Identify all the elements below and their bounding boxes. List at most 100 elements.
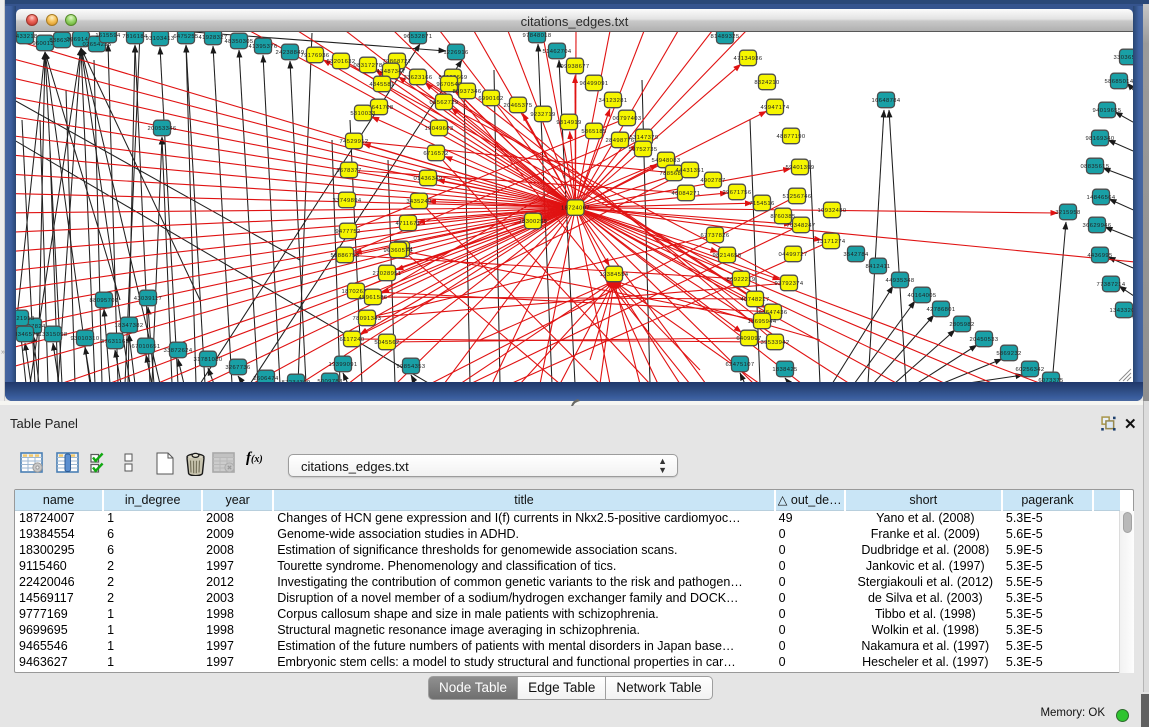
svg-text:70348247: 70348247	[787, 223, 816, 229]
svg-text:38346578: 38346578	[16, 332, 40, 338]
svg-text:40164005: 40164005	[908, 293, 937, 299]
svg-text:51462704: 51462704	[543, 49, 572, 55]
svg-text:54948083: 54948083	[652, 158, 681, 164]
svg-text:98214658: 98214658	[713, 253, 742, 259]
svg-text:20450533: 20450533	[970, 337, 999, 343]
svg-text:08835615: 08835615	[1081, 164, 1110, 170]
svg-text:43039117: 43039117	[134, 296, 163, 302]
svg-text:18724007: 18724007	[561, 206, 590, 212]
svg-text:3215958: 3215958	[1055, 210, 1080, 216]
svg-text:6409097: 6409097	[736, 336, 761, 342]
svg-text:78091343: 78091343	[353, 316, 382, 322]
svg-text:8324210: 8324210	[754, 80, 779, 86]
svg-text:96499091: 96499091	[580, 81, 609, 87]
svg-text:4436995: 4436995	[1087, 253, 1112, 259]
svg-text:31781080: 31781080	[194, 357, 223, 363]
svg-text:98169340: 98169340	[1086, 136, 1115, 142]
svg-text:93103413: 93103413	[146, 36, 175, 42]
svg-text:88095701: 88095701	[90, 298, 119, 304]
svg-text:08121913: 08121913	[16, 316, 35, 322]
svg-text:93010310: 93010310	[71, 336, 100, 342]
svg-text:7816184: 7816184	[122, 34, 148, 40]
svg-text:13315098: 13315098	[39, 332, 68, 338]
svg-text:94019655: 94019655	[1093, 108, 1122, 114]
svg-text:41395376: 41395376	[249, 44, 278, 50]
svg-text:3435240: 3435240	[406, 199, 431, 205]
svg-text:97848018: 97848018	[523, 33, 552, 39]
svg-text:86922219: 86922219	[727, 277, 756, 283]
svg-text:23623166: 23623166	[404, 75, 433, 81]
svg-text:5865185: 5865185	[581, 129, 606, 135]
svg-text:5045562: 5045562	[374, 340, 399, 346]
svg-text:9477752: 9477752	[335, 229, 360, 235]
svg-text:16648784: 16648784	[872, 98, 901, 104]
svg-text:8760385: 8760385	[770, 214, 795, 220]
svg-text:42786801: 42786801	[927, 307, 956, 313]
svg-text:10932480: 10932480	[818, 208, 847, 214]
svg-text:13171274: 13171274	[817, 239, 846, 245]
svg-text:48877190: 48877190	[777, 134, 806, 140]
svg-text:63201632: 63201632	[327, 59, 356, 65]
svg-text:0433218: 0433218	[16, 34, 38, 40]
svg-text:6475255: 6475255	[173, 34, 198, 40]
svg-text:88937346: 88937346	[453, 89, 482, 95]
svg-text:1615594: 1615594	[95, 33, 121, 39]
svg-text:49947174: 49947174	[761, 105, 790, 111]
svg-text:36629946: 36629946	[1083, 223, 1112, 229]
svg-text:47134936: 47134936	[734, 56, 763, 62]
svg-text:4902787: 4902787	[700, 178, 725, 184]
svg-text:3542784: 3542784	[843, 252, 869, 258]
svg-text:5869232: 5869232	[996, 351, 1021, 357]
svg-text:62475107: 62475107	[726, 362, 755, 368]
svg-text:19384554: 19384554	[600, 272, 629, 278]
svg-text:51256746: 51256746	[783, 194, 812, 200]
svg-text:2805982: 2805982	[949, 322, 974, 328]
svg-text:53147379: 53147379	[630, 135, 659, 141]
svg-text:20465375: 20465375	[504, 103, 533, 109]
svg-text:18300295: 18300295	[519, 219, 548, 225]
svg-text:74529912: 74529912	[340, 139, 369, 145]
svg-text:29671756: 29671756	[723, 190, 752, 196]
svg-text:40748217: 40748217	[741, 297, 770, 303]
svg-text:96360576: 96360576	[384, 248, 413, 254]
svg-text:79176936: 79176936	[301, 53, 330, 59]
svg-text:4711671: 4711671	[396, 221, 421, 227]
svg-text:06797403: 06797403	[613, 116, 642, 122]
svg-text:5310033: 5310033	[350, 111, 375, 117]
svg-text:9232719: 9232719	[530, 112, 555, 118]
svg-text:39533942: 39533942	[761, 340, 790, 346]
svg-text:33749894: 33749894	[333, 198, 362, 204]
svg-text:99938677: 99938677	[561, 64, 590, 70]
svg-text:96532871: 96532871	[404, 34, 433, 40]
svg-text:93792374: 93792374	[775, 281, 804, 287]
svg-text:60256342: 60256342	[1016, 367, 1045, 373]
svg-text:8412411: 8412411	[866, 264, 891, 270]
svg-text:34123281: 34123281	[599, 98, 628, 104]
svg-text:13433200: 13433200	[1110, 308, 1134, 314]
svg-text:77387214: 77387214	[1097, 282, 1126, 288]
svg-text:6117240: 6117240	[340, 337, 365, 343]
svg-text:7154516: 7154516	[749, 201, 774, 207]
svg-text:3678377: 3678377	[336, 168, 361, 174]
svg-text:50752735: 50752735	[629, 147, 658, 153]
svg-text:99854353: 99854353	[397, 364, 426, 370]
svg-text:6073375: 6073375	[1038, 378, 1063, 382]
svg-text:87234309: 87234309	[282, 380, 311, 382]
svg-text:41928327: 41928327	[199, 35, 228, 41]
svg-text:59401399: 59401399	[786, 165, 815, 171]
svg-text:14846564: 14846564	[1087, 195, 1116, 201]
svg-text:37631165: 37631165	[101, 339, 130, 345]
svg-text:5009788: 5009788	[317, 379, 342, 382]
svg-text:13695944: 13695944	[748, 319, 777, 325]
svg-text:1838425: 1838425	[772, 367, 797, 373]
svg-text:2606474: 2606474	[253, 376, 279, 382]
svg-text:19399091: 19399091	[329, 362, 358, 368]
svg-text:9314919: 9314919	[556, 120, 581, 126]
svg-text:45961586: 45961586	[359, 295, 388, 301]
svg-text:6716572: 6716572	[423, 151, 448, 157]
svg-text:3267736: 3267736	[225, 365, 250, 371]
svg-text:4345581: 4345581	[369, 82, 394, 88]
svg-text:6990162: 6990162	[478, 96, 503, 102]
svg-text:06562729: 06562729	[430, 100, 459, 106]
svg-text:43487347: 43487347	[377, 69, 406, 75]
